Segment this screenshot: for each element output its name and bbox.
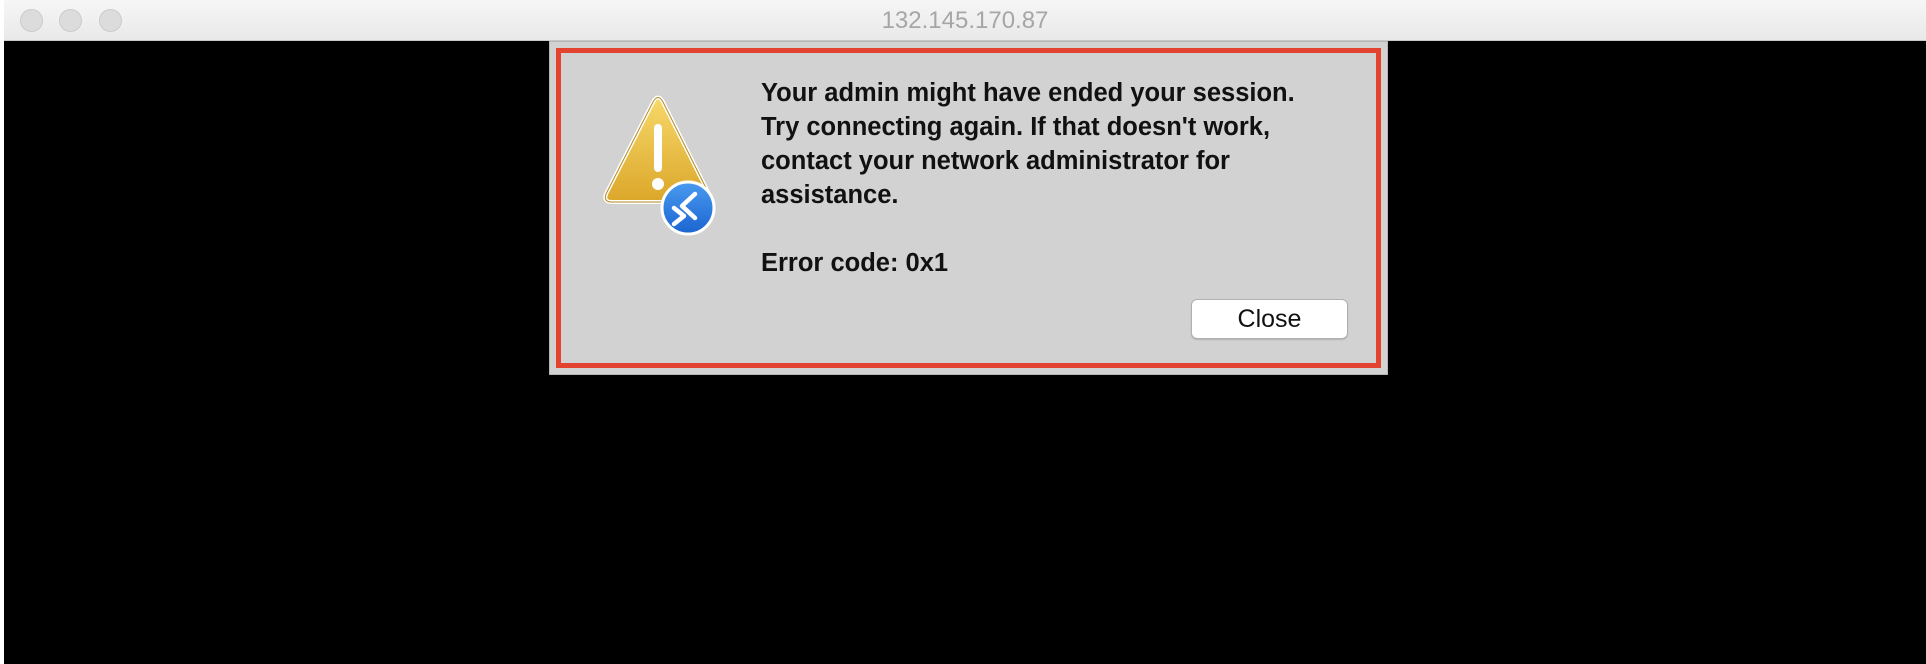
error-dialog: Your admin might have ended your session… — [549, 41, 1388, 375]
error-code-label: Error code: 0x1 — [761, 249, 949, 277]
remote-desktop-badge-icon — [660, 180, 716, 236]
close-button[interactable]: Close — [1191, 299, 1348, 339]
warning-triangle-icon — [603, 95, 716, 236]
error-message: Your admin might have ended your session… — [761, 79, 1295, 209]
remote-desktop-window: 132.145.170.87 Your admin might have end… — [4, 0, 1926, 664]
window-titlebar: 132.145.170.87 — [4, 0, 1926, 41]
window-title: 132.145.170.87 — [881, 7, 1049, 34]
